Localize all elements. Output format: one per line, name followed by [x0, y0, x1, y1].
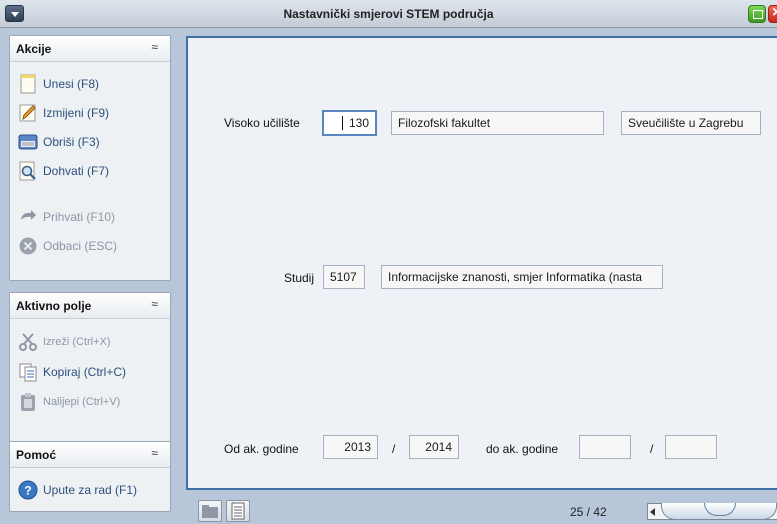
izmijeni-button[interactable]: Izmijeni (F9): [18, 102, 109, 124]
scroll-left-icon[interactable]: [650, 508, 655, 516]
unesi-label: Unesi (F8): [43, 77, 100, 91]
studij-label: Studij: [284, 271, 315, 285]
window-title: Nastavnički smjerovi STEM područja: [283, 7, 494, 21]
studij-name-value: Informacijske znanosti, smjer Informatik…: [388, 270, 643, 284]
folder-button[interactable]: [198, 500, 222, 522]
record-scrollbar[interactable]: [647, 503, 777, 520]
accept-arrow-icon: [18, 207, 38, 227]
obrisi-button[interactable]: Obriši (F3): [18, 131, 100, 153]
actions-panel-title: Akcije: [16, 42, 52, 56]
maximize-button[interactable]: [748, 5, 766, 23]
svg-text:?: ?: [24, 484, 31, 498]
nalijepi-button[interactable]: Nalijepi (Ctrl+V): [18, 391, 120, 413]
dohvati-label: Dohvati (F7): [43, 164, 110, 178]
window-titlebar: Nastavnički smjerovi STEM područja: [0, 0, 777, 28]
nalijepi-label: Nalijepi (Ctrl+V): [43, 396, 121, 408]
kopiraj-label: Kopiraj (Ctrl+C): [43, 365, 127, 379]
odbaci-button[interactable]: Odbaci (ESC): [18, 235, 117, 257]
list-icon: [231, 502, 245, 520]
help-panel: Pomoć ≈ ? Upute za rad (F1): [9, 441, 171, 512]
active-field-panel-title: Aktivno polje: [16, 299, 92, 313]
prihvati-label: Prihvati (F10): [43, 210, 116, 224]
od-ak-godine-to-field[interactable]: 2014: [409, 435, 459, 459]
university-field[interactable]: Sveučilište u Zagrebu: [621, 111, 761, 135]
scissors-icon: [18, 332, 38, 352]
visoko-uciliste-code-value: 130: [348, 116, 369, 130]
record-navigation-bar: 25 / 42: [180, 494, 777, 524]
sidebar: Akcije ≈ Unesi (F8) Izmijeni (F9) Obriši…: [0, 28, 180, 524]
obrisi-label: Obriši (F3): [43, 135, 100, 149]
collapse-icon[interactable]: ≈: [151, 297, 158, 311]
help-icon: ?: [18, 480, 38, 500]
collapse-icon[interactable]: ≈: [151, 40, 158, 54]
izrezi-button[interactable]: Izreži (Ctrl+X): [18, 331, 111, 353]
year-separator: /: [650, 442, 654, 456]
help-panel-title: Pomoć: [16, 448, 57, 462]
close-button[interactable]: [768, 4, 777, 23]
help-panel-header[interactable]: Pomoć ≈: [10, 442, 170, 468]
od-ak-godine-label: Od ak. godine: [224, 442, 299, 456]
new-document-icon: [18, 74, 38, 94]
list-view-button[interactable]: [226, 500, 250, 522]
main-area: Visoko učilište 130 Filozofski fakultet …: [180, 28, 777, 524]
visoko-uciliste-name-field[interactable]: Filozofski fakultet: [391, 111, 604, 135]
do-ak-godine-label: do ak. godine: [486, 442, 559, 456]
izmijeni-label: Izmijeni (F9): [43, 106, 110, 120]
paste-icon: [18, 392, 38, 412]
text-caret: [341, 116, 343, 130]
do-ak-godine-to-field[interactable]: [665, 435, 717, 459]
delete-icon: [18, 132, 38, 152]
cancel-icon: [18, 236, 38, 256]
visoko-uciliste-name-value: Filozofski fakultet: [398, 116, 491, 130]
do-ak-godine-from-field[interactable]: [579, 435, 631, 459]
scroll-thumb[interactable]: [661, 503, 777, 520]
actions-panel-header[interactable]: Akcije ≈: [10, 36, 170, 62]
year-separator: /: [392, 442, 396, 456]
edit-pencil-icon: [18, 103, 38, 123]
izrezi-label: Izreži (Ctrl+X): [43, 336, 111, 348]
od-ak-godine-from-value: 2013: [344, 440, 371, 454]
visoko-uciliste-code-field[interactable]: 130: [322, 110, 377, 136]
dohvati-button[interactable]: Dohvati (F7): [18, 160, 109, 182]
folder-icon: [202, 505, 218, 518]
unesi-button[interactable]: Unesi (F8): [18, 73, 99, 95]
odbaci-label: Odbaci (ESC): [43, 239, 118, 253]
actions-panel: Akcije ≈ Unesi (F8) Izmijeni (F9) Obriši…: [9, 35, 171, 281]
prihvati-button[interactable]: Prihvati (F10): [18, 206, 115, 228]
record-counter: 25 / 42: [570, 505, 607, 519]
studij-code-field[interactable]: 5107: [323, 265, 365, 289]
active-field-panel-header[interactable]: Aktivno polje ≈: [10, 293, 170, 319]
university-value: Sveučilište u Zagrebu: [628, 116, 744, 130]
studij-code-value: 5107: [330, 270, 357, 284]
collapse-icon[interactable]: ≈: [151, 446, 158, 460]
kopiraj-button[interactable]: Kopiraj (Ctrl+C): [18, 361, 126, 383]
studij-name-field[interactable]: Informacijske znanosti, smjer Informatik…: [381, 265, 663, 289]
active-field-panel: Aktivno polje ≈ Izreži (Ctrl+X) Kopiraj …: [9, 292, 171, 442]
visoko-uciliste-label: Visoko učilište: [224, 116, 300, 130]
upute-label: Upute za rad (F1): [43, 483, 138, 497]
copy-icon: [18, 362, 38, 382]
upute-button[interactable]: ? Upute za rad (F1): [18, 479, 137, 501]
od-ak-godine-from-field[interactable]: 2013: [323, 435, 378, 459]
form-panel: Visoko učilište 130 Filozofski fakultet …: [186, 36, 777, 490]
search-magnifier-icon: [18, 161, 38, 181]
od-ak-godine-to-value: 2014: [425, 440, 452, 454]
